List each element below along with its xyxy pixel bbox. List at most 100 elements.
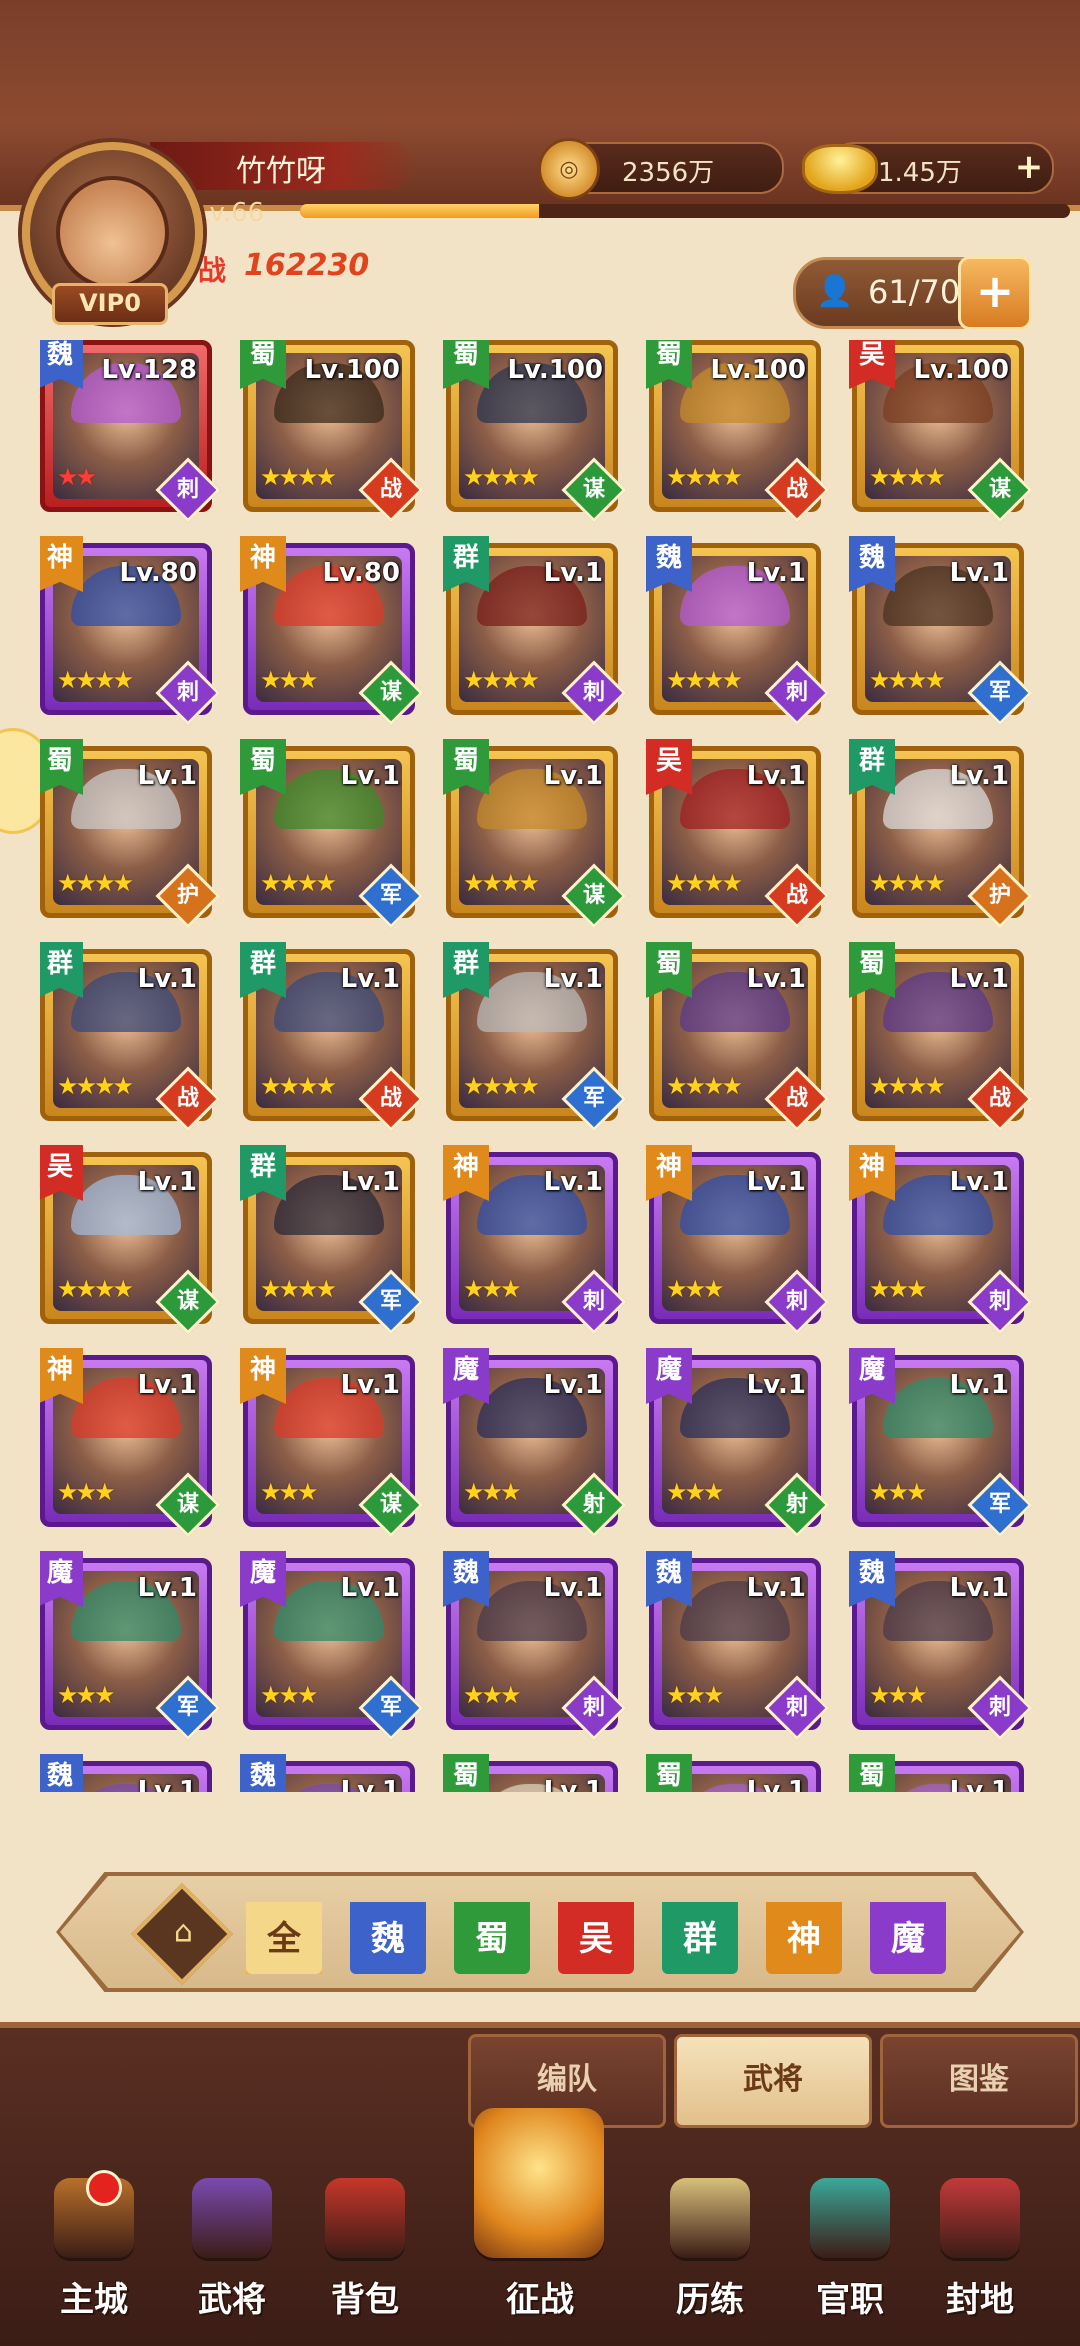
star-rating: ★★★★ (260, 1072, 337, 1100)
hero-card[interactable]: 群 Lv.1 ★★★★ 战 (40, 942, 221, 1132)
filter-faction[interactable]: 魔 (870, 1902, 946, 1974)
hero-card[interactable]: 魏 Lv.128 ★★ 刺 (40, 340, 221, 523)
role-label: 谋 (176, 1289, 199, 1314)
role-label: 战 (379, 477, 402, 502)
nav-item[interactable]: 背包 (305, 2178, 425, 2328)
hero-level: Lv.1 (340, 761, 400, 791)
filter-faction[interactable]: 魏 (350, 1902, 426, 1974)
role-label: 战 (988, 1086, 1011, 1111)
hero-card[interactable]: 蜀 Lv.1 (646, 1754, 821, 1792)
hero-card[interactable]: 魏 Lv.1 ★★★ 刺 (646, 1551, 830, 1741)
hero-card[interactable]: 蜀 Lv.1 ★★★★ 战 (849, 942, 1033, 1132)
nav-item[interactable]: 官职 (790, 2178, 910, 2328)
nav-item[interactable]: 历练 (650, 2178, 770, 2328)
hero-card[interactable]: 吴 Lv.1 ★★★★ 战 (646, 739, 830, 929)
hero-card[interactable]: 蜀 Lv.1 ★★★★ 战 (646, 942, 830, 1132)
role-label: 军 (379, 1695, 402, 1720)
bag-icon (325, 2178, 405, 2258)
hero-card[interactable]: 魏 Lv.1 (240, 1754, 415, 1792)
hero-card[interactable]: 群 Lv.1 ★★★★ 刺 (443, 536, 627, 726)
filter-faction[interactable]: 群 (662, 1902, 738, 1974)
hero-card[interactable]: 神 Lv.1 ★★★ 刺 (849, 1145, 1033, 1335)
hero-card[interactable]: 魔 Lv.1 ★★★ 射 (646, 1348, 830, 1538)
star-rating: ★★★ (260, 666, 319, 694)
hero-level: Lv.1 (340, 1776, 400, 1792)
hero-card[interactable]: 蜀 Lv.100 ★★★★ 战 (240, 340, 424, 523)
hero-card[interactable]: 魔 Lv.1 ★★★ 军 (849, 1348, 1033, 1538)
hero-card[interactable]: 魏 Lv.1 ★★★★ 刺 (646, 536, 830, 726)
hero-card[interactable]: 蜀 Lv.1 (849, 1754, 1024, 1792)
hero-card[interactable]: 魏 Lv.1 ★★★★ 军 (849, 536, 1033, 726)
hero-level: Lv.1 (746, 761, 806, 791)
castle-icon (54, 2170, 134, 2258)
hero-level: Lv.1 (949, 964, 1009, 994)
hero-card[interactable]: 蜀 Lv.100 ★★★★ 战 (646, 340, 830, 523)
star-rating: ★★★★ (869, 666, 946, 694)
star-rating: ★★★ (666, 1275, 725, 1303)
hero-level: Lv.1 (746, 1370, 806, 1400)
hero-card[interactable]: 神 Lv.1 ★★★ 刺 (646, 1145, 830, 1335)
star-rating: ★★★ (463, 1681, 522, 1709)
hero-card[interactable]: 神 Lv.1 ★★★ 谋 (40, 1348, 221, 1538)
filter-faction[interactable]: 吴 (558, 1902, 634, 1974)
role-label: 谋 (582, 477, 605, 502)
hero-level: Lv.1 (949, 1167, 1009, 1197)
nav-label: 官职 (816, 2280, 884, 2320)
hero-level: Lv.100 (507, 355, 603, 385)
hero-card[interactable]: 群 Lv.1 ★★★★ 战 (240, 942, 424, 1132)
role-label: 刺 (988, 1289, 1011, 1314)
role-label: 刺 (582, 680, 605, 705)
hero-card[interactable]: 魏 Lv.1 (40, 1754, 212, 1792)
nav-item[interactable]: 武将 (172, 2178, 292, 2328)
hero-card[interactable]: 蜀 Lv.100 ★★★★ 谋 (443, 340, 627, 523)
hero-level: Lv.1 (949, 761, 1009, 791)
role-label: 战 (785, 477, 808, 502)
hero-card[interactable]: 蜀 Lv.1 (443, 1754, 618, 1792)
tab-2[interactable]: 图鉴 (880, 2034, 1078, 2128)
hero-card[interactable]: 魏 Lv.1 ★★★ 刺 (443, 1551, 627, 1741)
expand-roster-button[interactable]: + (958, 256, 1032, 330)
hero-card[interactable]: 神 Lv.1 ★★★ 刺 (443, 1145, 627, 1335)
hero-level: Lv.1 (746, 964, 806, 994)
hero-card[interactable]: 魔 Lv.1 ★★★ 军 (40, 1551, 221, 1741)
vip-badge[interactable]: VIP0 (52, 283, 168, 325)
hero-level: Lv.1 (543, 1167, 603, 1197)
hero-card[interactable]: 魏 Lv.1 ★★★ 刺 (849, 1551, 1033, 1741)
faction-flag: 魏 (240, 1754, 286, 1792)
star-rating: ★★★ (463, 1275, 522, 1303)
hero-level: Lv.1 (340, 1167, 400, 1197)
hero-card[interactable]: 吴 Lv.1 ★★★★ 谋 (40, 1145, 221, 1335)
filter-faction[interactable]: 蜀 (454, 1902, 530, 1974)
ingot-value: 1.45万 (878, 158, 962, 188)
hero-card[interactable]: 群 Lv.1 ★★★★ 军 (443, 942, 627, 1132)
hero-card[interactable]: 神 Lv.80 ★★★★ 刺 (40, 536, 221, 726)
hero-level: Lv.1 (949, 1776, 1009, 1792)
nav-item[interactable]: 封地 (920, 2178, 1040, 2328)
role-label: 军 (379, 883, 402, 908)
battle-power-icon: 战 (198, 254, 227, 287)
hero-card[interactable]: 群 Lv.1 ★★★★ 护 (849, 739, 1033, 929)
hero-card[interactable]: 吴 Lv.100 ★★★★ 谋 (849, 340, 1033, 523)
hero-card[interactable]: 群 Lv.1 ★★★★ 军 (240, 1145, 424, 1335)
star-rating: ★★★ (57, 1681, 116, 1709)
filter-faction[interactable]: 神 (766, 1902, 842, 1974)
role-label: 护 (988, 883, 1011, 908)
nav-item[interactable]: 主城 (34, 2170, 154, 2328)
hero-card[interactable]: 蜀 Lv.1 ★★★★ 谋 (443, 739, 627, 929)
hero-card[interactable]: 蜀 Lv.1 ★★★★ 军 (240, 739, 424, 929)
tab-1[interactable]: 武将 (674, 2034, 872, 2128)
role-label: 刺 (988, 1695, 1011, 1720)
person-icon: 👤 (816, 274, 854, 309)
role-label: 谋 (582, 883, 605, 908)
role-label: 战 (785, 1086, 808, 1111)
hero-card[interactable]: 魔 Lv.1 ★★★ 射 (443, 1348, 627, 1538)
hero-level: Lv.100 (710, 355, 806, 385)
nav-item[interactable]: 征战 (474, 2108, 604, 2328)
add-ingot-button[interactable]: + (1010, 148, 1048, 186)
hero-card[interactable]: 神 Lv.80 ★★★ 谋 (240, 536, 424, 726)
hero-card[interactable]: 蜀 Lv.1 ★★★★ 护 (40, 739, 221, 929)
filter-all[interactable]: 全 (246, 1902, 322, 1974)
hero-level: Lv.1 (746, 1167, 806, 1197)
hero-card[interactable]: 神 Lv.1 ★★★ 谋 (240, 1348, 424, 1538)
hero-card[interactable]: 魔 Lv.1 ★★★ 军 (240, 1551, 424, 1741)
